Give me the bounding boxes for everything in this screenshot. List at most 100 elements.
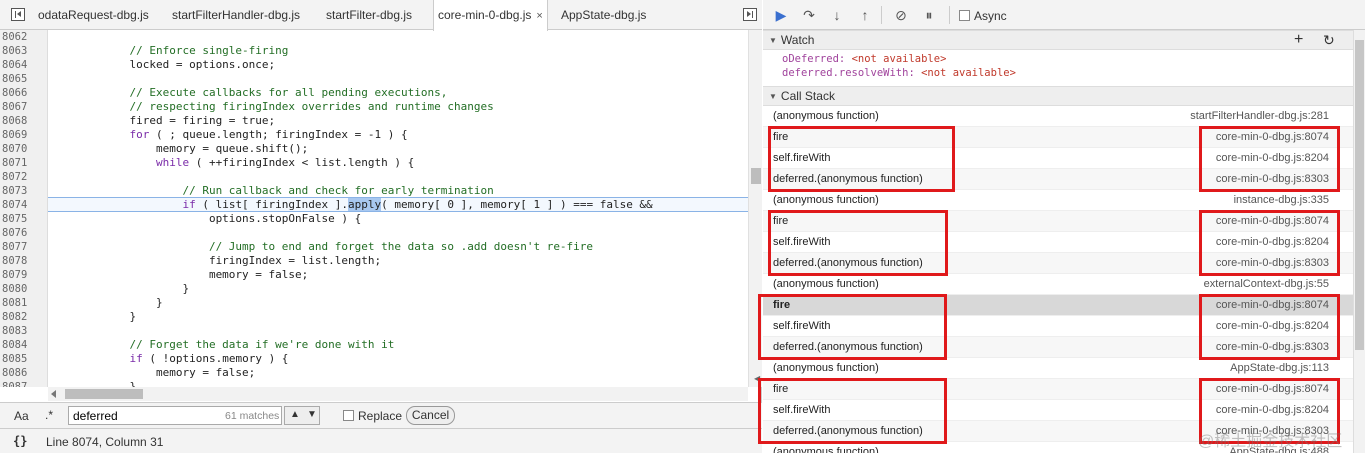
pretty-print-button[interactable]: {} <box>13 434 27 448</box>
line-number[interactable]: 8073 <box>0 184 45 198</box>
line-number[interactable]: 8074 <box>0 198 45 212</box>
deactivate-breakpoints-icon[interactable]: ⊘ <box>891 7 911 23</box>
line-number[interactable]: 8084 <box>0 338 45 352</box>
code-editor[interactable]: 8062 8063 8064 8065 8066 8067 8068 8069 8070 8071… <box>0 30 748 387</box>
frame-location[interactable]: core-min-0-dbg.js:8303 <box>1216 337 1329 357</box>
line-number[interactable]: 8068 <box>0 114 45 128</box>
panel-split-icon[interactable]: ◀ <box>754 374 760 383</box>
line-number[interactable]: 8065 <box>0 72 45 86</box>
step-into-icon[interactable]: ↓ <box>827 7 847 23</box>
line-number[interactable]: 8066 <box>0 86 45 100</box>
frame-location[interactable]: core-min-0-dbg.js:8204 <box>1216 400 1329 420</box>
chevron-up-icon[interactable]: ▲ <box>290 409 300 420</box>
line-number[interactable]: 8081 <box>0 296 45 310</box>
scrollbar-thumb[interactable] <box>1355 40 1364 350</box>
call-frame[interactable]: self.fireWith core-min-0-dbg.js:8204 <box>763 400 1353 421</box>
cancel-button[interactable]: Cancel <box>406 406 455 425</box>
tab-core-min[interactable]: core-min-0-dbg.js × <box>433 0 548 31</box>
frame-location[interactable]: core-min-0-dbg.js:8204 <box>1216 148 1329 168</box>
watch-section-header[interactable]: ▼ Watch <box>763 30 1353 50</box>
search-navigation[interactable]: ▲ ▼ <box>284 406 320 425</box>
code-line: // Jump to end and forget the data so .a… <box>50 240 594 253</box>
call-frame[interactable]: fire core-min-0-dbg.js:8074 <box>763 379 1353 400</box>
line-number[interactable]: 8086 <box>0 366 45 380</box>
call-frame[interactable]: deferred.(anonymous function) core-min-0-… <box>763 169 1353 190</box>
code-line: } <box>50 282 190 295</box>
line-number[interactable]: 8078 <box>0 254 45 268</box>
call-frame[interactable]: self.fireWith core-min-0-dbg.js:8204 <box>763 148 1353 169</box>
editor-horizontal-scrollbar[interactable] <box>48 387 748 401</box>
call-frame[interactable]: fire core-min-0-dbg.js:8074 <box>763 127 1353 148</box>
line-number[interactable]: 8077 <box>0 240 45 254</box>
call-frame[interactable]: (anonymous function) AppState-dbg.js:113 <box>763 358 1353 379</box>
chevron-down-icon[interactable]: ▼ <box>307 409 317 420</box>
frame-location[interactable]: core-min-0-dbg.js:8204 <box>1216 316 1329 336</box>
async-checkbox[interactable] <box>959 10 970 21</box>
scrollbar-thumb[interactable] <box>65 389 143 399</box>
line-number[interactable]: 8080 <box>0 282 45 296</box>
step-over-icon[interactable]: ↷ <box>799 7 819 23</box>
line-number-gutter[interactable]: 8062 8063 8064 8065 8066 8067 8068 8069 8070 8071… <box>0 30 48 387</box>
call-frame[interactable]: fire core-min-0-dbg.js:8074 <box>763 295 1353 316</box>
tab-startfilterhandler[interactable]: startFilterHandler-dbg.js <box>168 0 304 30</box>
step-out-icon[interactable]: ↑ <box>855 7 875 23</box>
frame-location[interactable]: startFilterHandler-dbg.js:281 <box>1190 106 1329 126</box>
frame-location[interactable]: core-min-0-dbg.js:8303 <box>1216 253 1329 273</box>
line-number[interactable]: 8075 <box>0 212 45 226</box>
line-number[interactable]: 8070 <box>0 142 45 156</box>
replace-checkbox[interactable] <box>343 410 354 421</box>
tab-startfilter[interactable]: startFilter-dbg.js <box>322 0 416 30</box>
frame-location[interactable]: core-min-0-dbg.js:8303 <box>1216 169 1329 189</box>
line-number[interactable]: 8064 <box>0 58 45 72</box>
frame-function: self.fireWith <box>773 404 831 416</box>
line-number[interactable]: 8083 <box>0 324 45 338</box>
toggle-navigator-icon[interactable] <box>11 8 25 21</box>
call-frame[interactable]: (anonymous function) instance-dbg.js:335 <box>763 190 1353 211</box>
call-frame[interactable]: deferred.(anonymous function) core-min-0-… <box>763 337 1353 358</box>
resume-icon[interactable]: ▶ <box>771 7 791 23</box>
code-line: memory = queue.shift(); <box>50 142 309 155</box>
frame-location[interactable]: externalContext-dbg.js:55 <box>1204 274 1329 294</box>
frame-location[interactable]: core-min-0-dbg.js:8074 <box>1216 127 1329 147</box>
frame-location[interactable]: AppState-dbg.js:113 <box>1230 358 1329 378</box>
regex-toggle[interactable]: .* <box>45 408 53 422</box>
frame-location[interactable]: instance-dbg.js:335 <box>1234 190 1329 210</box>
line-number[interactable]: 8079 <box>0 268 45 282</box>
sources-panel: odataRequest-dbg.js startFilterHandler-d… <box>0 0 762 453</box>
call-frame[interactable]: self.fireWith core-min-0-dbg.js:8204 <box>763 232 1353 253</box>
add-watch-icon[interactable]: + <box>1294 30 1303 50</box>
watch-item[interactable]: oDeferred: <not available> <box>782 52 946 66</box>
tab-appstate[interactable]: AppState-dbg.js <box>557 0 650 30</box>
call-stack-section-header[interactable]: ▼ Call Stack <box>763 86 1353 106</box>
line-number[interactable]: 8072 <box>0 170 45 184</box>
match-case-toggle[interactable]: Aa <box>14 409 29 423</box>
editor-vertical-scrollbar[interactable] <box>748 30 762 387</box>
tab-odatarequest[interactable]: odataRequest-dbg.js <box>34 0 153 30</box>
refresh-icon[interactable]: ↻ <box>1323 30 1335 50</box>
frame-location[interactable]: core-min-0-dbg.js:8204 <box>1216 232 1329 252</box>
call-frame[interactable]: deferred.(anonymous function) core-min-0-… <box>763 253 1353 274</box>
watch-item[interactable]: deferred.resolveWith: <not available> <box>782 66 1016 80</box>
call-frame[interactable]: fire core-min-0-dbg.js:8074 <box>763 211 1353 232</box>
call-frame[interactable]: (anonymous function) externalContext-dbg.… <box>763 274 1353 295</box>
line-number[interactable]: 8076 <box>0 226 45 240</box>
line-number[interactable]: 8087 <box>0 380 45 387</box>
call-frame[interactable]: (anonymous function) startFilterHandler-d… <box>763 106 1353 127</box>
line-number[interactable]: 8063 <box>0 44 45 58</box>
line-number[interactable]: 8069 <box>0 128 45 142</box>
line-number[interactable]: 8067 <box>0 100 45 114</box>
pause-on-exceptions-icon[interactable]: ⏸ <box>919 7 939 23</box>
scrollbar-thumb[interactable] <box>751 168 761 184</box>
frame-location[interactable]: core-min-0-dbg.js:8074 <box>1216 379 1329 399</box>
line-number[interactable]: 8085 <box>0 352 45 366</box>
close-tab-icon[interactable]: × <box>536 10 542 22</box>
frame-location[interactable]: core-min-0-dbg.js:8074 <box>1216 211 1329 231</box>
debugger-scrollbar[interactable] <box>1353 30 1365 453</box>
call-frame[interactable]: self.fireWith core-min-0-dbg.js:8204 <box>763 316 1353 337</box>
line-number[interactable]: 8062 <box>0 30 45 44</box>
scroll-left-icon[interactable] <box>51 390 56 398</box>
toggle-debugger-icon[interactable] <box>743 8 757 21</box>
line-number[interactable]: 8082 <box>0 310 45 324</box>
frame-location[interactable]: core-min-0-dbg.js:8074 <box>1216 295 1329 315</box>
line-number[interactable]: 8071 <box>0 156 45 170</box>
